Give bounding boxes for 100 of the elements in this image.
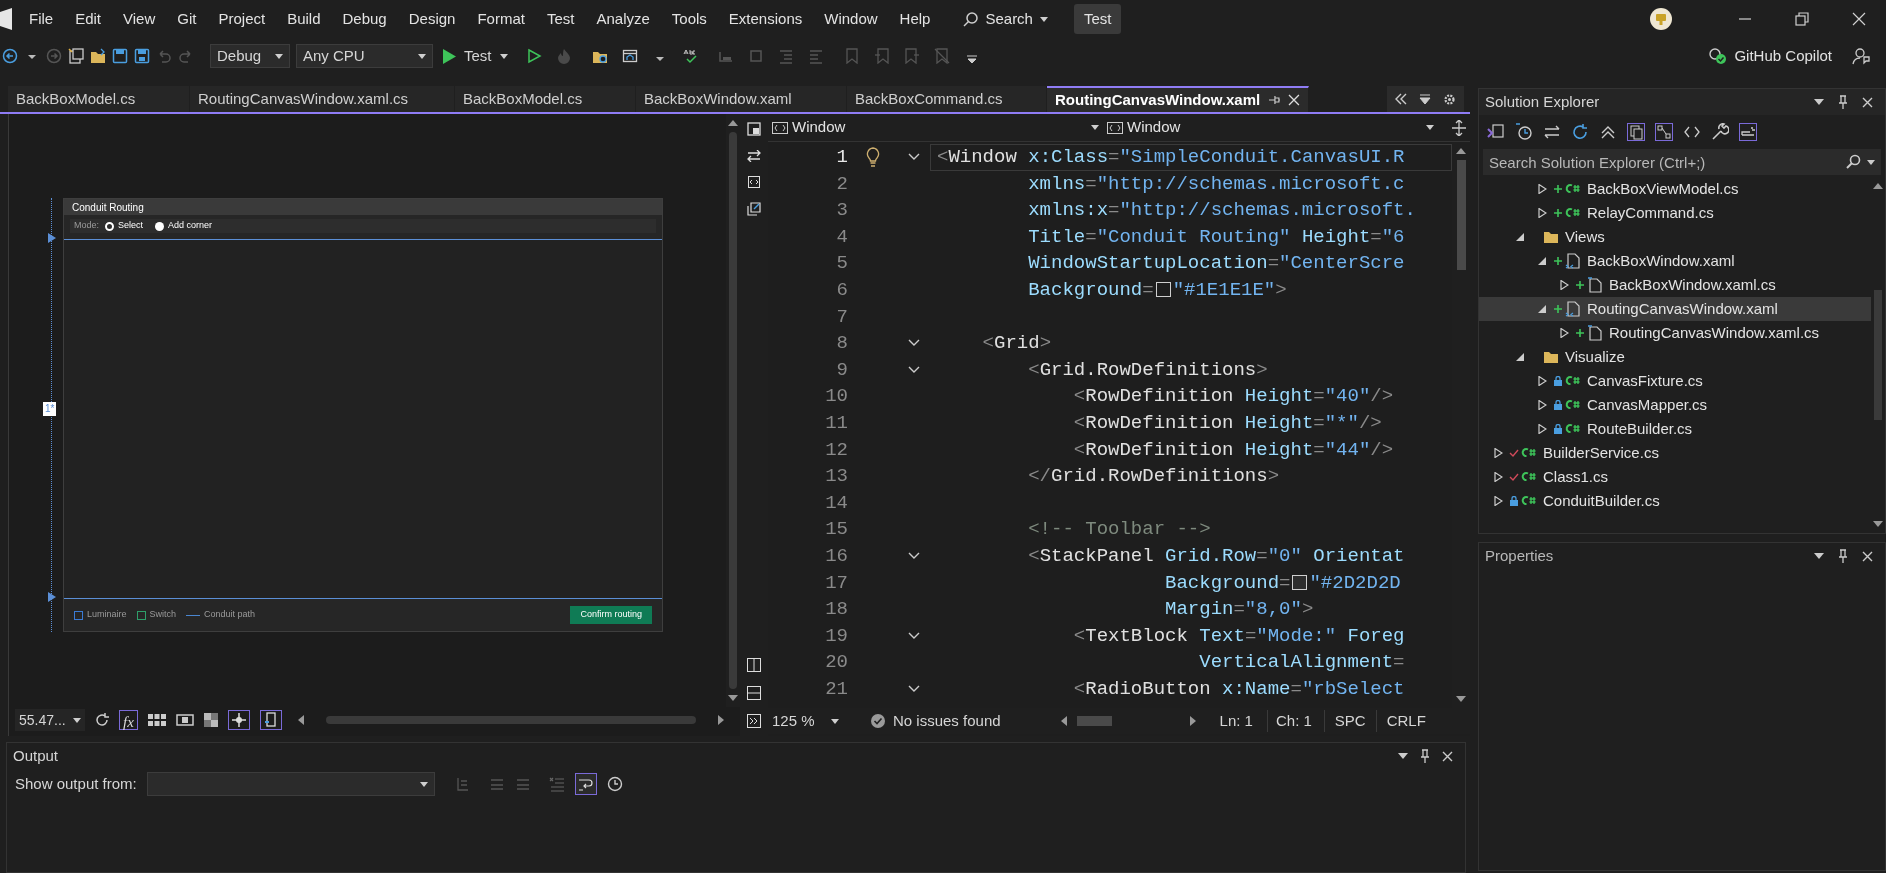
start-button[interactable]: Test xyxy=(439,43,512,69)
clock-icon[interactable] xyxy=(606,776,623,792)
menu-item[interactable]: Window xyxy=(813,4,889,34)
dropdown-icon[interactable] xyxy=(1814,99,1824,105)
expanded-arrow-icon[interactable] xyxy=(1537,304,1547,314)
collapse-tabs-icon[interactable] xyxy=(1395,93,1407,105)
device-icon[interactable] xyxy=(259,710,282,730)
menu-item[interactable]: Build xyxy=(276,4,332,34)
scroll-down-icon[interactable] xyxy=(1456,696,1466,702)
dropdown-icon[interactable] xyxy=(1398,753,1408,759)
show-all-files-icon[interactable] xyxy=(1627,123,1645,141)
scroll-thumb[interactable] xyxy=(1076,716,1112,726)
split-editor-icon[interactable] xyxy=(1452,119,1466,136)
pin-icon[interactable] xyxy=(1838,549,1848,563)
scroll-right-icon[interactable] xyxy=(718,715,724,725)
scroll-right-icon[interactable] xyxy=(1189,716,1196,726)
collapsed-arrow-icon[interactable] xyxy=(1559,328,1569,338)
restore-icon[interactable] xyxy=(1795,12,1809,26)
editor-tab[interactable]: BackBoxWindow.xaml xyxy=(636,86,847,112)
popout-icon[interactable] xyxy=(747,202,761,216)
scope-dropdown[interactable]: Window xyxy=(768,115,1103,140)
save-all-icon[interactable] xyxy=(134,48,150,64)
tree-item[interactable]: Class1.cs xyxy=(1479,465,1871,489)
tree-item[interactable]: BuilderService.cs xyxy=(1479,441,1871,465)
scroll-left-icon[interactable] xyxy=(297,715,304,725)
line-ending[interactable]: CRLF xyxy=(1375,709,1426,733)
pin-icon[interactable] xyxy=(1268,94,1281,106)
pin-icon[interactable] xyxy=(1838,95,1848,109)
copilot-button[interactable]: GitHub Copilot xyxy=(1704,42,1836,70)
tab-list-icon[interactable] xyxy=(1419,93,1431,105)
menu-item[interactable]: Help xyxy=(888,4,942,34)
collapse-chevron-icon[interactable] xyxy=(908,552,920,561)
collapsed-arrow-icon[interactable] xyxy=(1537,400,1547,410)
history-icon[interactable] xyxy=(1515,123,1533,141)
expand-pane-icon[interactable] xyxy=(747,714,761,728)
word-wrap-icon[interactable] xyxy=(574,773,597,795)
effects-toggle[interactable]: fx xyxy=(119,710,138,730)
preview-pane-icon[interactable] xyxy=(1739,123,1757,141)
play-outline-icon[interactable] xyxy=(525,48,542,64)
menu-item[interactable]: Design xyxy=(397,4,467,34)
tree-item[interactable]: RelayCommand.cs xyxy=(1479,201,1871,225)
snap-grid-icon[interactable] xyxy=(175,714,194,726)
save-icon[interactable] xyxy=(112,48,128,64)
window-layout-icon[interactable] xyxy=(621,48,638,64)
editor-tab[interactable]: RoutingCanvasWindow.xaml.cs xyxy=(190,86,455,112)
scroll-up-icon[interactable] xyxy=(1873,183,1883,189)
search-button[interactable]: Search xyxy=(955,4,1056,34)
editor-tab[interactable]: BackBoxModel.cs xyxy=(455,86,636,112)
row-arrow-icon[interactable] xyxy=(48,233,56,243)
menu-item[interactable]: Test xyxy=(535,4,586,34)
refresh-icon[interactable] xyxy=(95,713,109,727)
collapse-chevron-icon[interactable] xyxy=(908,153,920,162)
expanded-arrow-icon[interactable] xyxy=(1515,352,1525,362)
zoom-dropdown[interactable]: 55.47... xyxy=(15,709,85,731)
menu-item[interactable]: Format xyxy=(466,4,536,34)
collapsed-arrow-icon[interactable] xyxy=(1537,376,1547,386)
refresh-icon[interactable] xyxy=(1571,123,1589,141)
close-icon[interactable] xyxy=(1862,550,1873,562)
menu-item[interactable]: Git xyxy=(166,4,208,34)
pin-icon[interactable] xyxy=(1420,749,1430,763)
tree-item[interactable]: RouteBuilder.cs xyxy=(1479,417,1871,441)
tree-item[interactable]: BackBoxWindow.xaml.cs xyxy=(1479,273,1871,297)
menu-item[interactable]: Extensions xyxy=(717,4,814,34)
tree-item[interactable]: BackBoxWindow.xaml xyxy=(1479,249,1871,273)
new-project-icon[interactable] xyxy=(68,48,84,64)
dropdown-icon[interactable] xyxy=(1814,553,1824,559)
collapse-chevron-icon[interactable] xyxy=(908,339,920,348)
menu-item[interactable]: Project xyxy=(207,4,277,34)
platform-dropdown[interactable]: Any CPU xyxy=(296,44,433,68)
open-folder-icon[interactable] xyxy=(90,48,106,64)
xaml-view-icon[interactable] xyxy=(748,176,760,188)
radio-option[interactable]: Add corner xyxy=(155,219,213,233)
menu-item[interactable]: Debug xyxy=(331,4,398,34)
collapsed-arrow-icon[interactable] xyxy=(1537,208,1547,218)
tree-item[interactable]: ConduitBuilder.cs xyxy=(1479,489,1871,513)
collapsed-arrow-icon[interactable] xyxy=(1537,184,1547,194)
spell-check-icon[interactable] xyxy=(681,48,698,64)
view-hierarchy-icon[interactable] xyxy=(1655,123,1673,141)
expanded-arrow-icon[interactable] xyxy=(1515,232,1525,242)
row-height-marker[interactable]: 1* xyxy=(43,402,57,416)
editor-tab[interactable]: BackBoxCommand.cs xyxy=(847,86,1047,112)
wrench-icon[interactable] xyxy=(1711,123,1729,141)
collapsed-arrow-icon[interactable] xyxy=(1559,280,1569,290)
snap-lines-icon[interactable] xyxy=(227,710,250,730)
vertical-split-icon[interactable] xyxy=(747,658,761,672)
expanded-arrow-icon[interactable] xyxy=(1537,256,1547,266)
scope-dropdown[interactable]: Window xyxy=(1103,115,1438,140)
account-avatar-icon[interactable] xyxy=(1650,8,1672,30)
radio-option[interactable]: Select xyxy=(105,219,144,233)
solution-switch-icon[interactable] xyxy=(1487,123,1505,141)
tree-item[interactable]: CanvasFixture.cs xyxy=(1479,369,1871,393)
collapsed-arrow-icon[interactable] xyxy=(1493,496,1503,506)
design-view-icon[interactable] xyxy=(747,122,761,136)
close-icon[interactable] xyxy=(1288,94,1300,106)
editor-tab[interactable]: RoutingCanvasWindow.xaml xyxy=(1047,86,1309,112)
tree-item[interactable]: Views xyxy=(1479,225,1871,249)
close-icon[interactable] xyxy=(1862,96,1873,108)
swap-panes-icon[interactable] xyxy=(747,150,761,162)
collapse-chevron-icon[interactable] xyxy=(908,632,920,640)
collapse-chevron-icon[interactable] xyxy=(908,366,920,375)
